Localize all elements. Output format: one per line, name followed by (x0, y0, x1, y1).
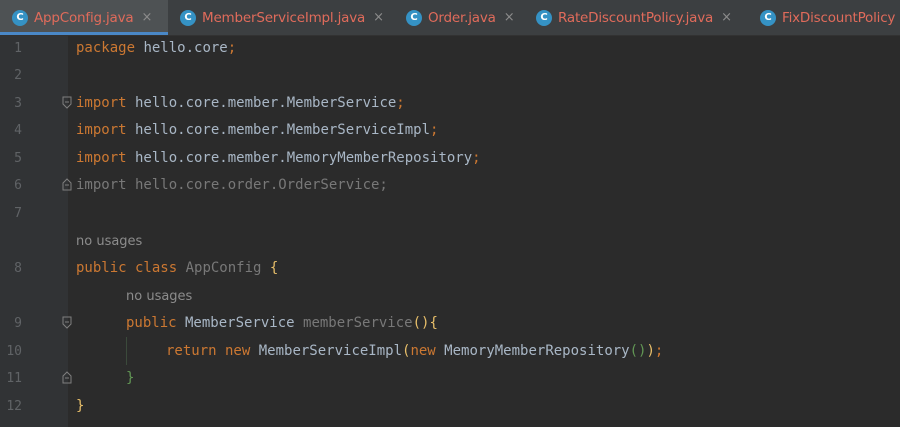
line-number: 2 (14, 68, 22, 83)
tab-label: FixDiscountPolicy (782, 9, 896, 26)
code-line[interactable]: 10 return new MemberServiceImpl(new Memo… (0, 338, 900, 365)
code-text: import hello.core.member.MemberService; (76, 95, 405, 111)
inlay-hint-row: no usages (0, 228, 900, 255)
usages-hint[interactable]: no usages (126, 283, 192, 310)
code-line[interactable]: 5 import hello.core.member.MemoryMemberR… (0, 145, 900, 172)
line-number: 6 (14, 178, 22, 193)
editor-tab-bar: C AppConfig.java × C MemberServiceImpl.j… (0, 0, 900, 36)
tab-label: MemberServiceImpl.java (202, 9, 366, 26)
close-icon[interactable]: × (373, 10, 384, 25)
code-text-unused-import: import hello.core.order.OrderService; (76, 177, 388, 193)
code-text: } (126, 370, 135, 386)
fold-icon[interactable] (62, 316, 72, 329)
line-number: 8 (14, 261, 22, 276)
code-line[interactable]: 2 (0, 62, 900, 89)
tab-ratediscountpolicy[interactable]: C RateDiscountPolicy.java × (524, 0, 748, 35)
fold-icon[interactable] (62, 178, 72, 191)
tab-memberserviceimpl[interactable]: C MemberServiceImpl.java × (168, 0, 394, 35)
code-line[interactable]: 1 package hello.core; (0, 35, 900, 62)
close-icon[interactable]: × (721, 10, 732, 25)
line-number: 4 (14, 123, 22, 138)
code-text: } (76, 398, 85, 414)
close-icon[interactable]: × (141, 10, 152, 25)
class-icon: C (12, 9, 28, 26)
close-icon[interactable]: × (504, 10, 515, 25)
line-number: 11 (6, 371, 22, 386)
code-text: public class AppConfig { (76, 260, 279, 276)
code-line[interactable]: 9 public MemberService memberService(){ (0, 310, 900, 337)
tab-label: AppConfig.java (34, 9, 134, 26)
class-icon: C (536, 9, 552, 26)
usages-hint[interactable]: no usages (76, 228, 142, 255)
line-number: 1 (14, 41, 22, 56)
code-line[interactable]: 6 import hello.core.order.OrderService; (0, 172, 900, 199)
line-number: 7 (14, 206, 22, 221)
fold-icon[interactable] (62, 96, 72, 109)
code-line[interactable]: 7 (0, 200, 900, 227)
class-icon: C (180, 9, 196, 26)
inlay-hint-row: no usages (0, 283, 900, 310)
code-line[interactable]: 8 public class AppConfig { (0, 255, 900, 282)
code-line[interactable]: 3 import hello.core.member.MemberService… (0, 90, 900, 117)
code-text: return new MemberServiceImpl(new MemoryM… (166, 343, 664, 359)
code-text: public MemberService memberService(){ (126, 315, 438, 331)
code-line[interactable]: 11 } (0, 365, 900, 392)
tab-order[interactable]: C Order.java × (394, 0, 524, 35)
code-text: import hello.core.member.MemberServiceIm… (76, 122, 439, 138)
line-number: 9 (14, 316, 22, 331)
code-line[interactable]: 12 } (0, 393, 900, 420)
code-text: import hello.core.member.MemoryMemberRep… (76, 150, 481, 166)
tab-fixdiscountpolicy[interactable]: C FixDiscountPolicy (748, 0, 900, 35)
line-number: 5 (14, 151, 22, 166)
class-icon: C (760, 9, 776, 26)
code-text: package hello.core; (76, 40, 237, 56)
line-number: 10 (6, 344, 22, 359)
tab-label: RateDiscountPolicy.java (558, 9, 714, 26)
line-number: 3 (14, 96, 22, 111)
tab-appconfig[interactable]: C AppConfig.java × (0, 0, 168, 35)
class-icon: C (406, 9, 422, 26)
code-line[interactable]: 4 import hello.core.member.MemberService… (0, 117, 900, 144)
line-number: 12 (6, 399, 22, 414)
tab-label: Order.java (428, 9, 496, 26)
fold-icon[interactable] (62, 371, 72, 384)
